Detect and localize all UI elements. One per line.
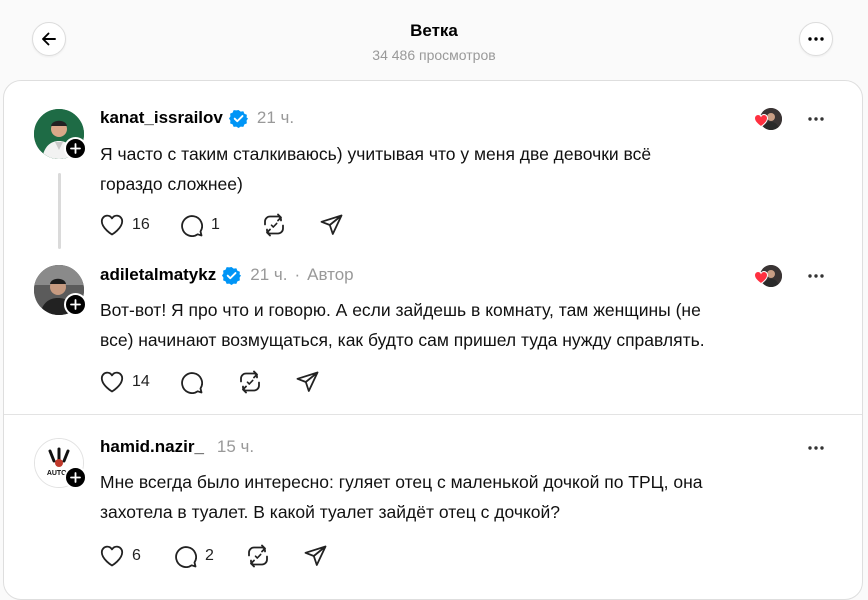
share-icon bbox=[304, 545, 327, 566]
heart-icon bbox=[100, 545, 124, 567]
comment-icon bbox=[175, 545, 197, 568]
separator-dot: · bbox=[294, 265, 301, 284]
like-button[interactable]: 16 bbox=[100, 214, 180, 236]
post-header: hamid.nazir_ 15 ч. bbox=[100, 437, 254, 457]
thread-line bbox=[58, 173, 61, 249]
follow-button[interactable] bbox=[64, 293, 87, 316]
repost-button[interactable] bbox=[262, 213, 320, 237]
like-button[interactable]: 14 bbox=[100, 371, 180, 393]
reply-button[interactable] bbox=[180, 371, 238, 394]
plus-icon bbox=[70, 472, 81, 483]
reply-button[interactable]: 1 bbox=[180, 214, 262, 237]
repost-icon bbox=[248, 544, 268, 568]
post-kanat: kanat_issrailov 21 ч. Я часто с таким ст… bbox=[4, 81, 862, 251]
liked-by-author-badge bbox=[754, 264, 782, 288]
post-text: Мне всегда было интересно: гуляет отец с… bbox=[100, 467, 820, 527]
thread-card: kanat_issrailov 21 ч. Я часто с таким ст… bbox=[3, 80, 863, 600]
heart-icon bbox=[100, 371, 124, 393]
post-actions: 14 bbox=[100, 369, 319, 395]
post-header: kanat_issrailov 21 ч. bbox=[100, 108, 294, 128]
plus-icon bbox=[70, 299, 81, 310]
username[interactable]: adiletalmatykz bbox=[100, 265, 216, 285]
like-count: 14 bbox=[132, 373, 150, 390]
liked-by-author-badge bbox=[754, 107, 782, 131]
post-text-line: Я часто с таким сталкиваюсь) учитывая чт… bbox=[100, 144, 652, 164]
repost-icon bbox=[264, 213, 284, 237]
share-button[interactable] bbox=[296, 371, 319, 393]
share-button[interactable] bbox=[320, 214, 343, 236]
post-text-line: Мне всегда было интересно: гуляет отец с… bbox=[100, 472, 703, 492]
share-icon bbox=[296, 371, 319, 392]
page-title: Ветка bbox=[410, 21, 458, 40]
repost-button[interactable] bbox=[246, 544, 304, 568]
title-block: Ветка 34 486 просмотров bbox=[0, 21, 868, 63]
more-icon bbox=[808, 37, 824, 41]
post-header: adiletalmatykz 21 ч. · Автор bbox=[100, 265, 354, 285]
heart-icon bbox=[100, 214, 124, 236]
verified-icon bbox=[228, 109, 248, 128]
more-icon bbox=[808, 117, 824, 121]
post-text-line: Вот-вот! Я про что и говорю. А если зайд… bbox=[100, 300, 701, 320]
thread-more-button[interactable] bbox=[799, 22, 833, 56]
reply-button[interactable]: 2 bbox=[174, 545, 246, 568]
like-count: 6 bbox=[132, 547, 141, 564]
username[interactable]: kanat_issrailov bbox=[100, 108, 223, 128]
post-time[interactable]: 21 ч. bbox=[257, 108, 294, 128]
reply-count: 2 bbox=[205, 547, 214, 564]
post-time[interactable]: 21 ч. bbox=[250, 265, 287, 285]
post-more-button[interactable] bbox=[804, 266, 828, 286]
share-button[interactable] bbox=[304, 545, 327, 567]
post-actions: 6 2 bbox=[100, 543, 327, 569]
post-text-line: все) начинают возмущаться, как будто сам… bbox=[100, 330, 705, 350]
post-text: Вот-вот! Я про что и говорю. А если зайд… bbox=[100, 295, 820, 355]
author-badge: Автор bbox=[307, 265, 354, 284]
post-text-line: захотела в туалет. В какой туалет зайдёт… bbox=[100, 502, 561, 522]
verified-icon bbox=[222, 266, 242, 285]
reply-count: 1 bbox=[211, 216, 220, 233]
follow-button[interactable] bbox=[64, 137, 87, 160]
share-icon bbox=[320, 214, 343, 235]
comment-icon bbox=[181, 371, 203, 394]
post-time[interactable]: 15 ч. bbox=[217, 437, 254, 457]
more-icon bbox=[808, 446, 824, 450]
like-count: 16 bbox=[132, 216, 150, 233]
heart-icon bbox=[754, 114, 768, 127]
heart-icon bbox=[754, 271, 768, 284]
post-more-button[interactable] bbox=[804, 109, 828, 129]
post-actions: 16 1 bbox=[100, 212, 343, 238]
post-text-line: гораздо сложнее) bbox=[100, 174, 243, 194]
like-button[interactable]: 6 bbox=[100, 545, 174, 567]
comment-icon bbox=[181, 214, 203, 237]
view-count: 34 486 просмотров bbox=[372, 47, 496, 63]
post-text: Я часто с таким сталкиваюсь) учитывая чт… bbox=[100, 139, 820, 199]
repost-button[interactable] bbox=[238, 370, 296, 394]
plus-icon bbox=[70, 143, 81, 154]
follow-button[interactable] bbox=[64, 466, 87, 489]
post-adilet: adiletalmatykz 21 ч. · Автор Вот-вот! Я … bbox=[4, 241, 862, 411]
post-hamid: AUTOP hamid.nazir_ 15 ч. Мне всегда было… bbox=[4, 415, 862, 599]
post-more-button[interactable] bbox=[804, 438, 828, 458]
top-bar: Ветка 34 486 просмотров bbox=[0, 0, 868, 82]
more-icon bbox=[808, 274, 824, 278]
username[interactable]: hamid.nazir_ bbox=[100, 437, 204, 457]
repost-icon bbox=[240, 370, 260, 394]
